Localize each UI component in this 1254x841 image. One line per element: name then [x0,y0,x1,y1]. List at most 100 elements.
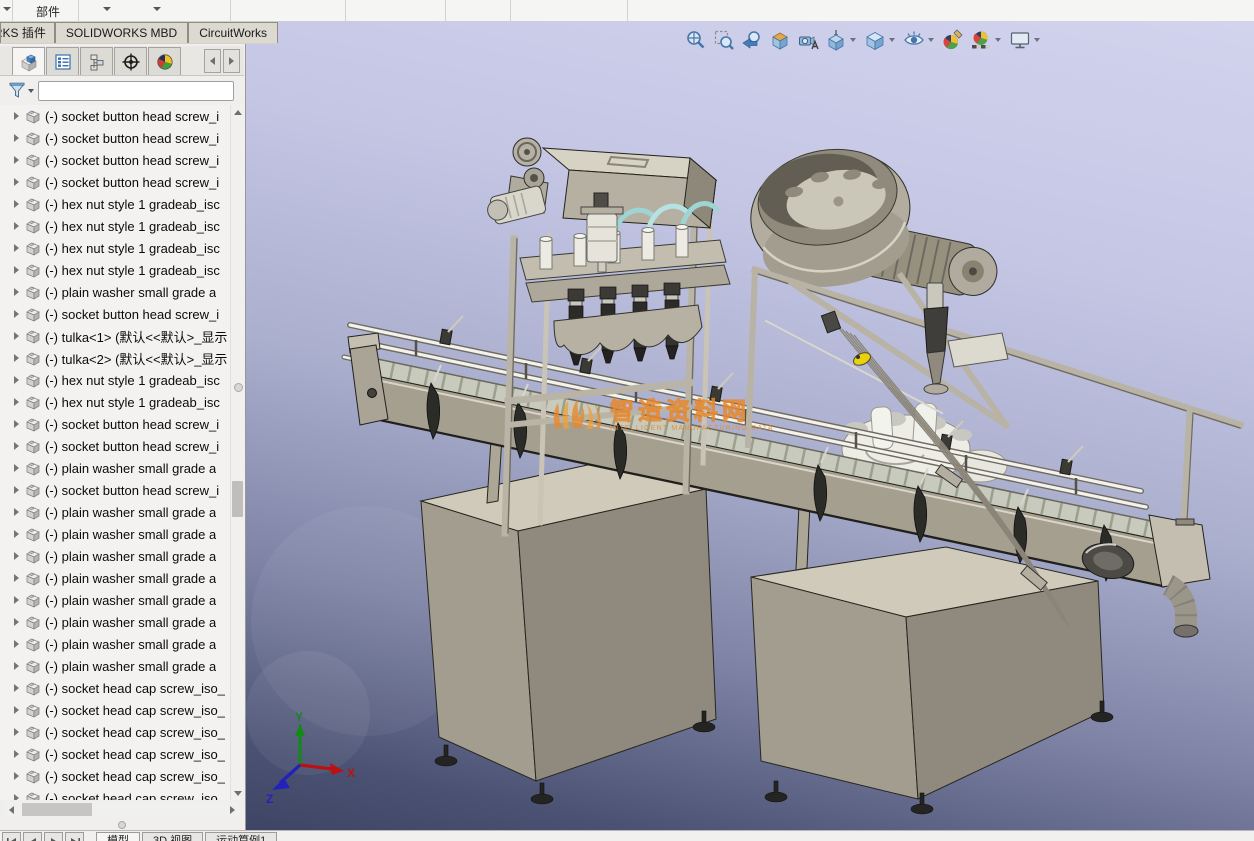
tree-item[interactable]: (-) plain washer small grade a [0,523,232,545]
expand-arrow-icon[interactable] [14,244,19,252]
tree-item[interactable]: (-) socket button head screw_i [0,171,232,193]
expand-arrow-icon[interactable] [14,332,19,340]
tree-item[interactable]: (-) plain washer small grade a [0,501,232,523]
panel-splitter-dot[interactable] [118,821,126,829]
dropdown-caret-icon[interactable] [850,38,856,42]
tab-featuremanager-tree[interactable] [12,47,45,75]
dropdown-caret-icon[interactable] [928,38,934,42]
tree-item[interactable]: (-) socket button head screw_i [0,303,232,325]
expand-arrow-icon[interactable] [14,640,19,648]
dropdown-caret-icon[interactable] [995,38,1001,42]
expand-arrow-icon[interactable] [14,134,19,142]
tree-item[interactable]: (-) hex nut style 1 gradeab_isc [0,215,232,237]
tab-circuitworks[interactable]: CircuitWorks [188,22,278,43]
expand-arrow-icon[interactable] [14,750,19,758]
dropdown-caret-icon[interactable] [103,7,111,11]
zoom-to-area-button[interactable] [710,27,737,53]
tab-model[interactable]: 模型 [96,832,140,841]
tree-item[interactable]: (-) socket head cap screw_iso_ [0,721,232,743]
expand-arrow-icon[interactable] [14,530,19,538]
tree-item[interactable]: (-) plain washer small grade a [0,633,232,655]
scroll-left-button[interactable] [4,802,19,817]
expand-arrow-icon[interactable] [14,662,19,670]
tree-item[interactable]: (-) plain washer small grade a [0,545,232,567]
tree-item[interactable]: (-) socket head cap screw_iso_ [0,743,232,765]
expand-arrow-icon[interactable] [14,398,19,406]
next-study-button[interactable] [44,832,63,841]
filter-funnel-icon[interactable] [8,81,26,101]
expand-arrow-icon[interactable] [14,508,19,516]
tree-item[interactable]: (-) plain washer small grade a [0,655,232,677]
expand-arrow-icon[interactable] [14,596,19,604]
expand-arrow-icon[interactable] [14,266,19,274]
panel-splitter-dot[interactable] [234,383,243,392]
zoom-to-fit-button[interactable] [682,27,709,53]
tree-item[interactable]: (-) socket head cap screw_iso_ [0,699,232,721]
expand-arrow-icon[interactable] [14,112,19,120]
expand-arrow-icon[interactable] [14,684,19,692]
tree-item[interactable]: (-) hex nut style 1 gradeab_isc [0,259,232,281]
first-study-button[interactable] [2,832,21,841]
expand-arrow-icon[interactable] [14,354,19,362]
expand-arrow-icon[interactable] [14,464,19,472]
tree-item[interactable]: (-) socket head cap screw_iso_ [0,677,232,699]
tree-item[interactable]: (-) socket button head screw_i [0,127,232,149]
tab-displaymanager[interactable] [148,47,181,75]
expand-arrow-icon[interactable] [14,376,19,384]
expand-arrow-icon[interactable] [14,222,19,230]
tab-3d-views[interactable]: 3D 视图 [142,832,203,841]
previous-study-button[interactable] [23,832,42,841]
annotation-view-button[interactable] [794,27,821,53]
tree-item[interactable]: (-) socket button head screw_i [0,479,232,501]
filter-dropdown-caret[interactable] [28,89,34,93]
edit-appearance-button[interactable] [939,27,966,53]
scrollbar-thumb[interactable] [232,481,243,517]
fm-scroll-right-button[interactable] [223,49,240,73]
scrollbar-thumb[interactable] [22,803,92,816]
dropdown-caret-icon[interactable] [889,38,895,42]
tree-item[interactable]: (-) plain washer small grade a [0,589,232,611]
tree-item[interactable]: (-) plain washer small grade a [0,457,232,479]
apply-scene-button[interactable] [967,27,994,53]
tree-filter-input[interactable] [38,81,234,101]
expand-arrow-icon[interactable] [14,772,19,780]
view-orientation-button[interactable] [822,27,849,53]
tab-solidworks-mbd[interactable]: SOLIDWORKS MBD [55,22,188,43]
expand-arrow-icon[interactable] [14,486,19,494]
tree-item[interactable]: (-) hex nut style 1 gradeab_isc [0,193,232,215]
expand-arrow-icon[interactable] [14,156,19,164]
tree-item[interactable]: (-) plain washer small grade a [0,611,232,633]
dropdown-caret-icon[interactable] [3,7,11,11]
component-button[interactable]: 部件 [36,3,60,20]
tree-item[interactable]: (-) tulka<2> (默认<<默认>_显示 [0,347,232,369]
dropdown-caret-icon[interactable] [153,7,161,11]
tree-item[interactable]: (-) socket button head screw_i [0,435,232,457]
tab-solidworks-addins[interactable]: SOLIDWORKS 插件 [0,22,55,43]
fm-scroll-left-button[interactable] [204,49,221,73]
tree-horizontal-scrollbar[interactable] [4,802,240,817]
tree-item[interactable]: (-) socket head cap screw_iso_ [0,765,232,787]
graphics-viewport[interactable]: 智造资料网 INTELLIGENT MANUFACTURING DATA Y X… [246,21,1254,830]
tree-item[interactable]: (-) plain washer small grade a [0,281,232,303]
expand-arrow-icon[interactable] [14,288,19,296]
tab-configurationmanager[interactable] [80,47,113,75]
tree-item[interactable]: (-) hex nut style 1 gradeab_isc [0,237,232,259]
dropdown-caret-icon[interactable] [1034,38,1040,42]
tab-motion-study-1[interactable]: 运动算例1 [205,832,277,841]
expand-arrow-icon[interactable] [14,574,19,582]
tree-item[interactable]: (-) socket button head screw_i [0,149,232,171]
expand-arrow-icon[interactable] [14,618,19,626]
scroll-right-button[interactable] [225,802,240,817]
hide-show-items-button[interactable] [900,27,927,53]
tab-dimxpertmanager[interactable] [114,47,147,75]
previous-view-button[interactable] [738,27,765,53]
expand-arrow-icon[interactable] [14,552,19,560]
view-settings-button[interactable] [1006,27,1033,53]
scroll-up-button[interactable] [231,105,244,119]
tree-item[interactable]: (-) hex nut style 1 gradeab_isc [0,369,232,391]
tree-item[interactable]: (-) tulka<1> (默认<<默认>_显示 [0,325,232,347]
expand-arrow-icon[interactable] [14,200,19,208]
tree-item[interactable]: (-) hex nut style 1 gradeab_isc [0,391,232,413]
display-style-button[interactable] [861,27,888,53]
section-view-button[interactable] [766,27,793,53]
